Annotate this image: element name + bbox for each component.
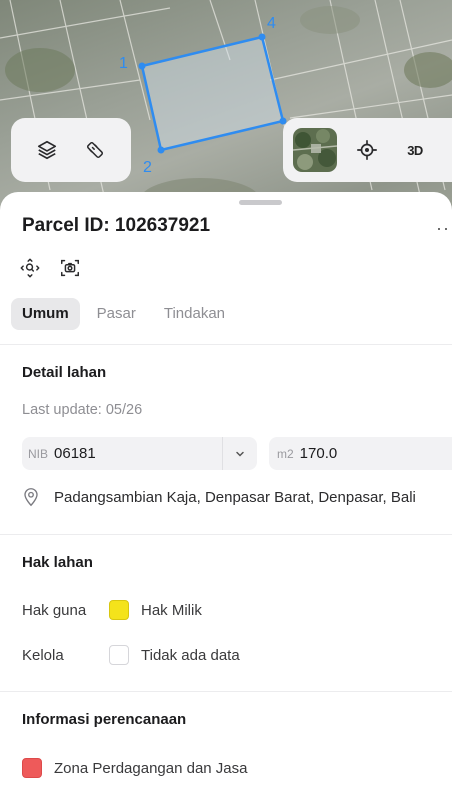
layers-button[interactable] [27,130,67,170]
tab-tindakan[interactable]: Tindakan [153,298,236,330]
rights-color-swatch [109,645,129,665]
detail-tabs: Umum Pasar Tindakan [11,298,236,330]
rights-heading: Hak lahan [22,554,93,571]
rights-row-hak-guna: Hak guna Hak Milik [22,600,202,620]
satellite-toggle-button[interactable] [293,128,337,172]
parcel-actions [18,256,82,280]
camera-capture-icon [61,259,79,277]
divider [0,691,452,692]
rights-label: Kelola [22,646,64,664]
measure-button[interactable] [75,130,115,170]
map-view-panel: 3D [283,118,452,182]
vertex-2[interactable] [157,146,165,154]
zoom-to-parcel-button[interactable] [18,256,42,280]
vertex-label-4: 4 [267,15,276,32]
address-row: Padangsambian Kaja, Denpasar Barat, Denp… [22,487,416,507]
area-value: 170.0 [299,445,338,462]
vertex-1[interactable] [138,62,146,70]
parcel-polygon[interactable] [140,35,285,152]
crosshair-icon [357,140,377,160]
tab-umum[interactable]: Umum [11,298,80,330]
locate-button[interactable] [347,130,387,170]
rights-value: Hak Milik [141,601,202,619]
satellite-thumbnail-icon [293,128,337,172]
rights-row-kelola: Kelola Tidak ada data [22,645,240,665]
nib-prefix: NIB [28,446,49,461]
tab-pasar[interactable]: Pasar [86,298,147,330]
last-update-text: Last update: 05/26 [22,402,143,418]
zone-color-swatch [22,758,42,778]
3d-label: 3D [407,142,423,158]
sheet-drag-handle[interactable] [239,200,282,205]
vertex-label-2: 2 [143,159,152,176]
chevron-down-icon [236,451,244,457]
area-field[interactable]: m2 170.0 [269,437,452,470]
screenshot-button[interactable] [58,256,82,280]
parcel-detail-sheet: Parcel ID: 102637921 ··· Umum Pa [0,192,452,804]
vertex-label-1: 1 [119,55,128,72]
more-options-button[interactable]: ··· [436,218,452,239]
nib-dropdown-button[interactable] [222,437,257,470]
address-text: Padangsambian Kaja, Denpasar Barat, Denp… [54,488,416,506]
layers-icon [37,140,57,160]
nib-field[interactable]: NIB 06181 [22,437,257,470]
zone-row: Zona Perdagangan dan Jasa [22,758,247,778]
zoom-focus-icon [20,258,40,278]
3d-view-button[interactable]: 3D [395,130,435,170]
rights-label: Hak guna [22,601,87,619]
rights-value: Tidak ada data [141,646,240,664]
map-tools-panel [11,118,131,182]
rights-color-swatch [109,600,129,620]
location-pin-icon [24,488,38,507]
area-prefix: m2 [277,446,294,461]
divider [0,344,452,345]
nib-value: 06181 [54,445,96,462]
ruler-icon [86,141,104,159]
divider [0,534,452,535]
parcel-title: Parcel ID: 102637921 [22,215,211,236]
detail-heading: Detail lahan [22,364,107,381]
vertex-4[interactable] [258,33,266,41]
planning-heading: Informasi perencanaan [22,711,187,728]
zone-text: Zona Perdagangan dan Jasa [54,759,248,777]
